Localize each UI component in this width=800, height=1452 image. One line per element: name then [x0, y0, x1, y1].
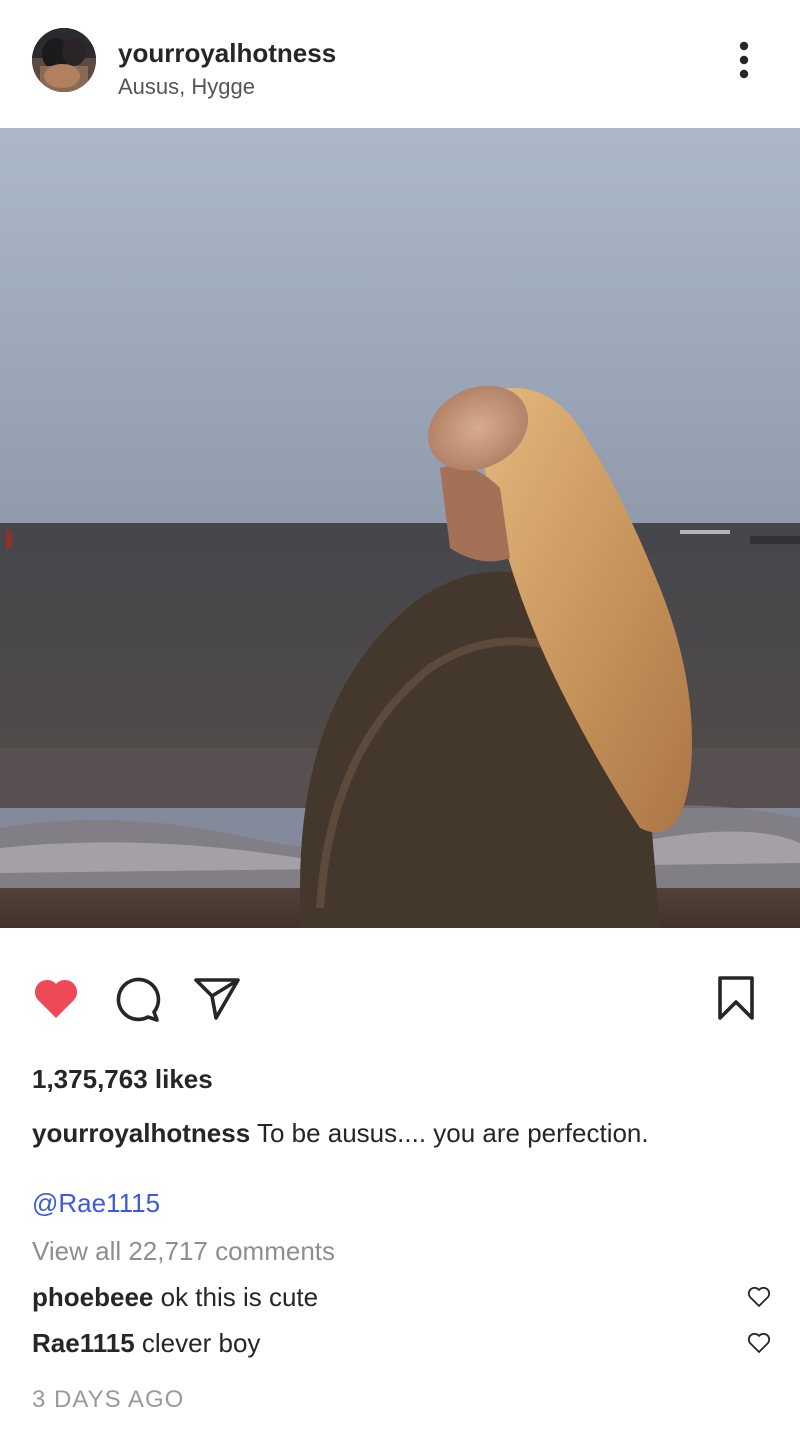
heart-icon: [34, 979, 78, 1018]
comment-row: phoebeee ok this is cute: [32, 1280, 772, 1314]
post-photo: [0, 128, 800, 928]
post-timestamp: 3 DAYS AGO: [32, 1386, 185, 1413]
bookmark-icon: [718, 976, 754, 1020]
caption-username[interactable]: yourroyalhotness: [32, 1118, 250, 1148]
comment-row: Rae1115 clever boy: [32, 1326, 772, 1360]
heart-outline-icon: [747, 1286, 771, 1307]
comment-button[interactable]: [112, 974, 162, 1024]
post-action-bar: [0, 958, 800, 1038]
avatar[interactable]: [32, 28, 96, 92]
comment-username[interactable]: Rae1115: [32, 1328, 135, 1358]
comment-username[interactable]: phoebeee: [32, 1282, 153, 1312]
comment-like-button[interactable]: [746, 1284, 772, 1310]
comment-text: clever boy: [141, 1328, 261, 1358]
likes-count[interactable]: 1,375,763 likes: [32, 1062, 213, 1096]
like-button[interactable]: [30, 974, 82, 1022]
post-location[interactable]: Ausus, Hygge: [118, 74, 255, 100]
save-button[interactable]: [714, 974, 758, 1022]
comment-like-button[interactable]: [746, 1330, 772, 1356]
avatar-image: [32, 28, 96, 92]
more-vertical-icon: [739, 41, 749, 79]
caption-text: To be ausus.... you are perfection.: [256, 1118, 649, 1148]
post-header: yourroyalhotness Ausus, Hygge: [0, 0, 800, 128]
mention-link[interactable]: @Rae1115: [32, 1186, 160, 1220]
comment-bubble-icon: [116, 977, 161, 1022]
caption: yourroyalhotness To be ausus.... you are…: [32, 1116, 649, 1150]
post-username[interactable]: yourroyalhotness: [118, 38, 336, 68]
paper-plane-icon: [194, 978, 240, 1020]
view-all-comments-link[interactable]: View all 22,717 comments: [32, 1234, 335, 1268]
share-button[interactable]: [192, 974, 242, 1022]
heart-outline-icon: [747, 1332, 771, 1353]
post-image[interactable]: [0, 128, 800, 928]
more-options-button[interactable]: [724, 38, 764, 82]
comment-text: ok this is cute: [160, 1282, 319, 1312]
